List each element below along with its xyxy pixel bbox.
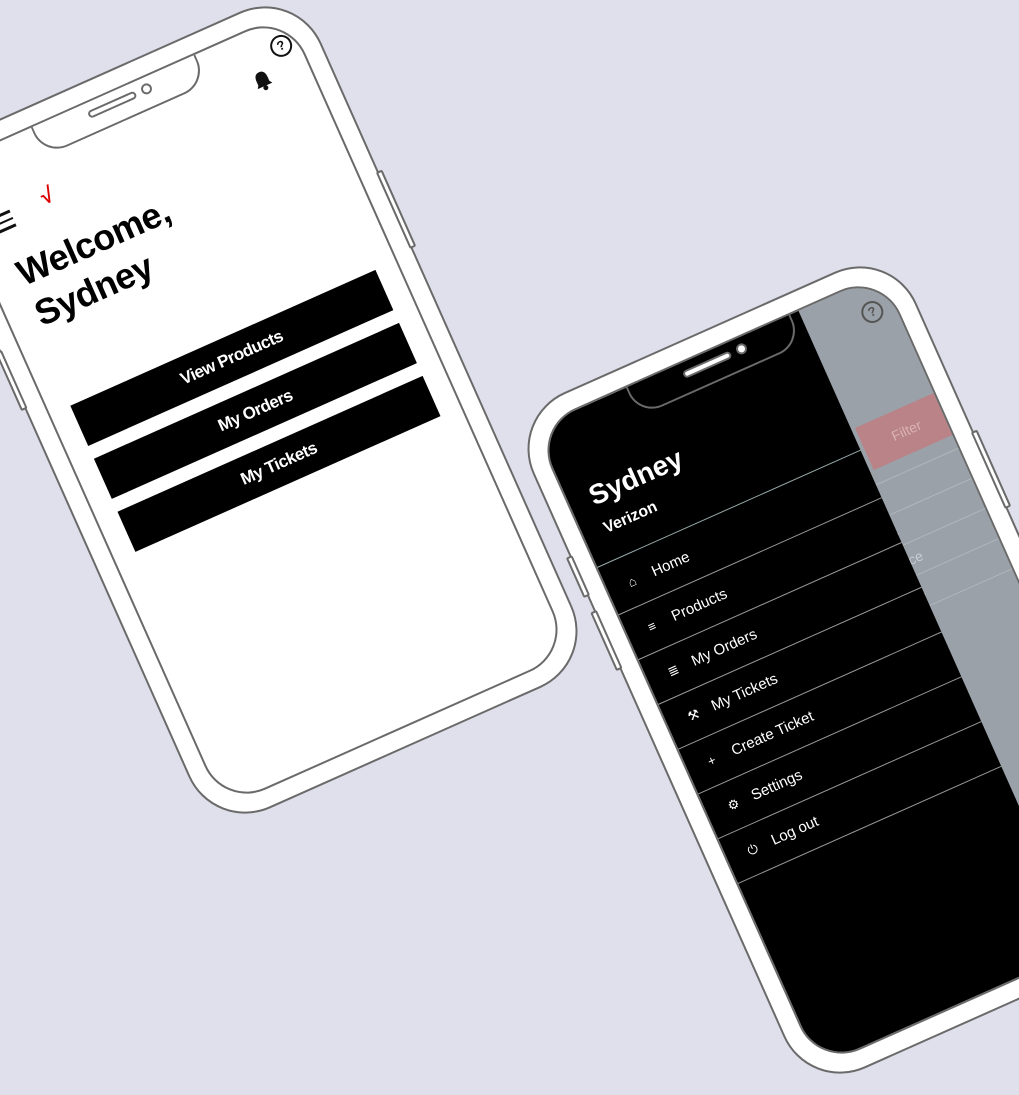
nav-item-label: Products [668,585,730,625]
drawer-screen: ? Filter Test... work ... ceptance work … [532,271,1019,1069]
side-button [565,555,591,599]
cart-icon: ≡ [645,617,659,635]
wrench-icon: ⚒ [685,705,702,725]
nav-item-label: Log out [768,812,822,849]
bell-icon[interactable] [249,66,276,94]
help-icon[interactable]: ? [266,31,296,61]
welcome-heading: Welcome, Sydney [10,189,195,336]
power-icon: ⏻ [745,840,761,859]
speaker [681,350,733,379]
home-icon: ⌂ [625,573,639,590]
home-screen: ? √ Welcome, Sydney View Products My Ord… [0,11,573,809]
plus-icon: + [705,752,719,769]
phone-home: ? √ Welcome, Sydney View Products My Ord… [0,0,598,834]
verizon-logo: √ [36,181,58,210]
speaker [86,90,138,119]
drawer-user-name: Sydney [583,442,688,512]
nav-item-label: Home [648,548,693,581]
notch [30,52,209,158]
home-actions: View Products My Orders My Tickets [70,269,446,565]
camera [139,81,154,97]
camera [734,341,749,357]
phone-drawer: ? Filter Test... work ... ceptance work … [507,246,1019,1094]
orders-icon: ≣ [665,661,682,680]
gear-icon: ⚙ [725,795,742,814]
hamburger-menu-icon[interactable] [0,209,18,240]
nav-item-label: My Orders [688,625,760,670]
nav-item-label: Settings [748,766,806,805]
